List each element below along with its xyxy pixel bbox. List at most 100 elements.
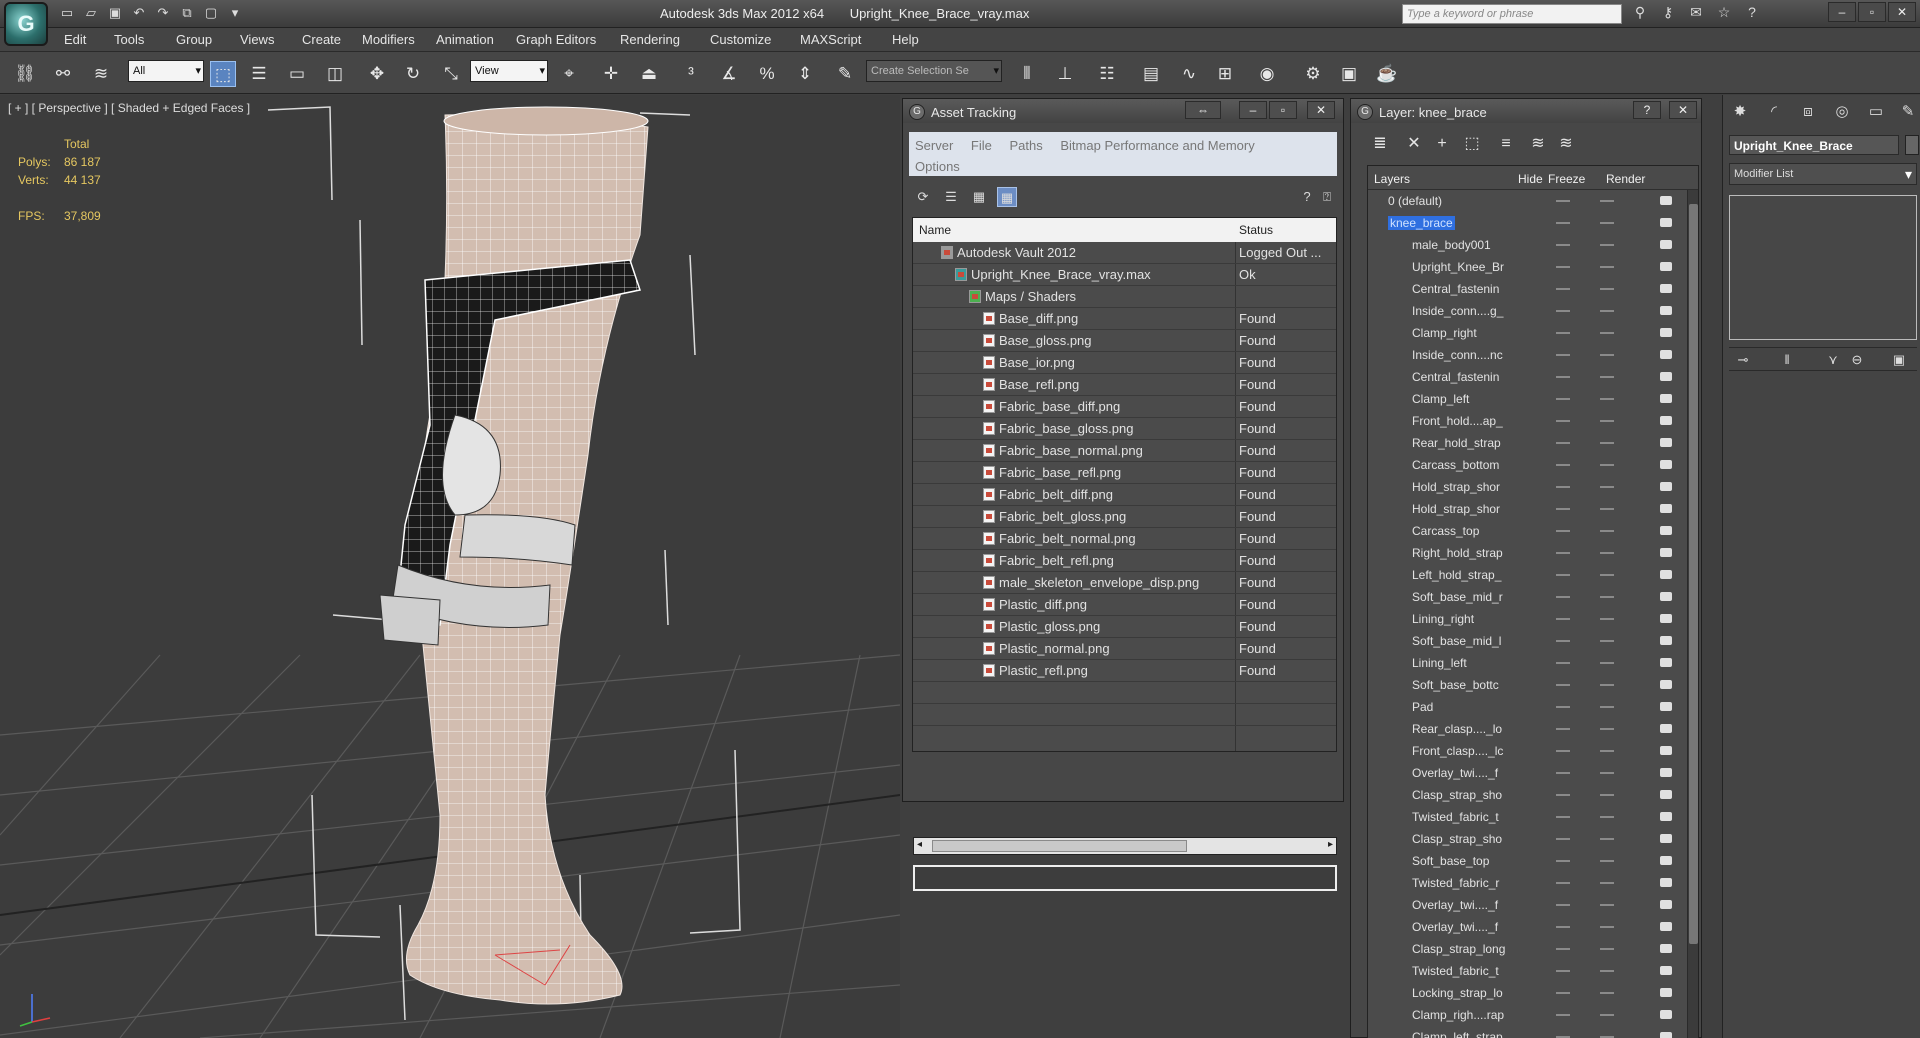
layer-object-row[interactable]: Pad	[1368, 696, 1688, 718]
column-hide[interactable]: Hide	[1518, 172, 1543, 186]
asset-row[interactable]: Plastic_normal.png Found	[913, 638, 1336, 660]
render-teapot-icon[interactable]	[1660, 350, 1672, 359]
show-end-result-icon[interactable]: ‖	[1777, 350, 1797, 370]
layer-object-row[interactable]: Left_hold_strap_	[1368, 564, 1688, 586]
layer-object-row[interactable]: Clasp_strap_long	[1368, 938, 1688, 960]
freeze-toggle[interactable]	[1600, 200, 1614, 202]
context-help-icon[interactable]: ⍰	[1317, 187, 1337, 207]
asset-menu-options[interactable]: Options	[915, 159, 960, 174]
layer-object-row[interactable]: Overlay_twi...._f	[1368, 762, 1688, 784]
render-teapot-icon[interactable]	[1660, 570, 1672, 579]
panel-maximize-button[interactable]: ▫	[1269, 101, 1297, 119]
layer-object-row[interactable]: Clamp_right	[1368, 322, 1688, 344]
hide-toggle[interactable]	[1556, 948, 1570, 950]
viewport-label[interactable]: [ + ] [ Perspective ] [ Shaded + Edged F…	[8, 101, 250, 115]
hide-toggle[interactable]	[1556, 640, 1570, 642]
layer-object-row[interactable]: Clasp_strap_sho	[1368, 784, 1688, 806]
window-crossing-icon[interactable]: ◫	[322, 61, 348, 87]
hide-toggle[interactable]	[1556, 970, 1570, 972]
hide-toggle[interactable]	[1556, 684, 1570, 686]
freeze-toggle[interactable]	[1600, 1014, 1614, 1016]
column-layers[interactable]: Layers	[1374, 172, 1410, 186]
hide-toggle[interactable]	[1556, 992, 1570, 994]
freeze-toggle[interactable]	[1600, 288, 1614, 290]
asset-row[interactable]: Fabric_belt_gloss.png Found	[913, 506, 1336, 528]
layer-help-button[interactable]: ?	[1633, 101, 1661, 119]
hide-toggle[interactable]	[1556, 838, 1570, 840]
hide-toggle[interactable]	[1556, 398, 1570, 400]
asset-row-empty[interactable]	[913, 682, 1336, 704]
render-teapot-icon[interactable]	[1660, 680, 1672, 689]
menu-maxscript[interactable]: MAXScript	[800, 32, 861, 47]
unlink-icon[interactable]: ⚯	[50, 61, 76, 87]
menu-edit[interactable]: Edit	[64, 32, 86, 47]
asset-row[interactable]: Autodesk Vault 2012 Logged Out ...	[913, 242, 1336, 264]
layer-object-row[interactable]: Clamp_righ....rap	[1368, 1004, 1688, 1026]
scroll-thumb[interactable]	[932, 840, 1187, 852]
hide-toggle[interactable]	[1556, 442, 1570, 444]
asset-menu-server[interactable]: Server	[915, 138, 953, 153]
hide-toggle[interactable]	[1556, 728, 1570, 730]
hide-toggle[interactable]	[1556, 662, 1570, 664]
percent-snap-icon[interactable]: %	[754, 61, 780, 87]
make-unique-icon[interactable]: ⋎	[1823, 350, 1843, 370]
render-teapot-icon[interactable]	[1660, 416, 1672, 425]
hide-toggle[interactable]	[1556, 618, 1570, 620]
render-teapot-icon[interactable]	[1660, 724, 1672, 733]
render-teapot-icon[interactable]	[1660, 834, 1672, 843]
layer-scroll-thumb[interactable]	[1689, 204, 1698, 944]
create-tab-icon[interactable]: ✸	[1729, 101, 1751, 123]
render-teapot-icon[interactable]	[1660, 218, 1672, 227]
column-render[interactable]: Render	[1606, 172, 1645, 186]
freeze-toggle[interactable]	[1600, 816, 1614, 818]
pin-stack-icon[interactable]: ⊸	[1733, 350, 1753, 370]
layer-object-row[interactable]: Soft_base_mid_l	[1368, 630, 1688, 652]
asset-row[interactable]: Base_ior.png Found	[913, 352, 1336, 374]
perspective-viewport[interactable]: [ + ] [ Perspective ] [ Shaded + Edged F…	[0, 95, 900, 1038]
render-teapot-icon[interactable]	[1660, 702, 1672, 711]
panel-close-button[interactable]: ✕	[1307, 101, 1335, 119]
mirror-icon[interactable]: ⫴	[1014, 61, 1040, 87]
highlight-layer-icon[interactable]: ≡	[1495, 133, 1517, 155]
keyboard-shortcut-toggle-icon[interactable]: ⏏	[636, 61, 662, 87]
layer-object-row[interactable]: Front_hold....ap_	[1368, 410, 1688, 432]
table-view-icon[interactable]: ▦	[997, 187, 1017, 207]
menu-create[interactable]: Create	[302, 32, 341, 47]
render-teapot-icon[interactable]	[1660, 504, 1672, 513]
render-setup-icon[interactable]: ⚙	[1300, 61, 1326, 87]
object-color-swatch[interactable]	[1905, 135, 1919, 155]
layer-object-row[interactable]: Clamp_left	[1368, 388, 1688, 410]
freeze-toggle[interactable]	[1600, 222, 1614, 224]
menu-help[interactable]: Help	[892, 32, 919, 47]
list-view-icon[interactable]: ☰	[941, 187, 961, 207]
key-icon[interactable]: ⚷	[1658, 4, 1678, 22]
render-teapot-icon[interactable]	[1660, 306, 1672, 315]
render-teapot-icon[interactable]	[1660, 1010, 1672, 1019]
asset-path-field[interactable]	[913, 865, 1337, 891]
asset-row[interactable]: Base_refl.png Found	[913, 374, 1336, 396]
layer-object-row[interactable]: Right_hold_strap	[1368, 542, 1688, 564]
layer-object-row[interactable]: Carcass_bottom	[1368, 454, 1688, 476]
freeze-toggle[interactable]	[1600, 508, 1614, 510]
utilities-tab-icon[interactable]: ✎	[1897, 101, 1919, 123]
freeze-toggle[interactable]	[1600, 596, 1614, 598]
rectangular-selection-icon[interactable]: ▭	[284, 61, 310, 87]
freeze-toggle[interactable]	[1600, 948, 1614, 950]
layer-object-row[interactable]: Inside_conn....nc	[1368, 344, 1688, 366]
layer-object-row[interactable]: Twisted_fabric_t	[1368, 806, 1688, 828]
freeze-toggle[interactable]	[1600, 728, 1614, 730]
hide-toggle[interactable]	[1556, 1014, 1570, 1016]
help-icon[interactable]: ?	[1297, 187, 1317, 207]
hide-toggle[interactable]	[1556, 552, 1570, 554]
menu-modifiers[interactable]: Modifiers	[362, 32, 415, 47]
render-teapot-icon[interactable]	[1660, 1032, 1672, 1038]
reference-coordinate-dropdown[interactable]: View	[470, 60, 548, 82]
help-icon[interactable]: ?	[1742, 4, 1762, 22]
rendered-frame-window-icon[interactable]: ▣	[1336, 61, 1362, 87]
layer-object-row[interactable]: Hold_strap_shor	[1368, 498, 1688, 520]
freeze-toggle[interactable]	[1600, 354, 1614, 356]
close-button[interactable]: ✕	[1888, 2, 1916, 22]
freeze-toggle[interactable]	[1600, 530, 1614, 532]
freeze-toggle[interactable]	[1600, 794, 1614, 796]
render-teapot-icon[interactable]	[1660, 460, 1672, 469]
